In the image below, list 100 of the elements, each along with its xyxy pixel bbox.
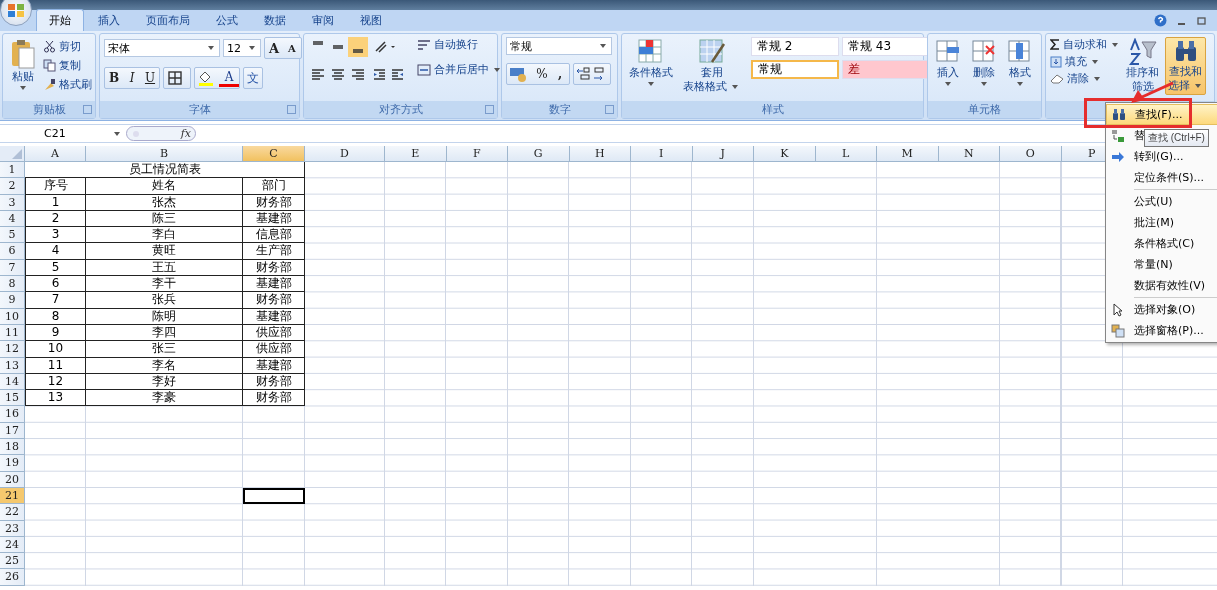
insert-function-button[interactable]: fx	[180, 127, 191, 140]
number-format-field[interactable]: 常规	[506, 37, 612, 55]
italic-button[interactable]: I	[123, 68, 141, 88]
sigma-icon	[1050, 39, 1060, 50]
clipboard-action[interactable]: 剪切	[43, 39, 92, 54]
group-label: 剪贴板	[32, 102, 66, 117]
column-header[interactable]: N	[938, 146, 1000, 162]
table-cell: 序号	[25, 178, 86, 195]
table-cell: 财务部	[243, 292, 305, 309]
row-header[interactable]: 8	[0, 276, 25, 293]
replace-icon	[1111, 128, 1125, 143]
column-header[interactable]: K	[754, 146, 816, 162]
table-cell: 4	[25, 243, 86, 260]
binoculars-icon	[1112, 108, 1126, 121]
menu-item[interactable]: 查找(F)...	[1106, 104, 1217, 125]
merge-center-button[interactable]: 合并后居中	[417, 62, 502, 77]
caret-icon	[1112, 42, 1118, 47]
caret-icon	[208, 46, 214, 50]
sort-filter-button[interactable]: 排序和 筛选	[1124, 37, 1161, 95]
row-header[interactable]: 19	[0, 455, 25, 472]
clear-button[interactable]: 清除	[1050, 71, 1120, 86]
menu-item[interactable]: 条件格式(C)	[1106, 233, 1217, 254]
row-header[interactable]: 18	[0, 439, 25, 456]
ribbon-tab[interactable]: 页面布局	[134, 10, 202, 31]
shrink-font-button[interactable]: A	[283, 38, 301, 58]
row-header[interactable]: 5	[0, 227, 25, 244]
row-header[interactable]: 12	[0, 341, 25, 358]
clipboard-action[interactable]: 复制	[43, 58, 92, 73]
table-cell: 李干	[86, 276, 243, 293]
menu-item[interactable]: 批注(M)	[1106, 212, 1217, 233]
menu-item[interactable]: 公式(U)	[1106, 191, 1217, 212]
column-header[interactable]: O	[1000, 146, 1062, 162]
corner-icon	[12, 149, 22, 159]
table-cell: 部门	[243, 178, 305, 195]
row-header[interactable]: 1	[0, 162, 25, 179]
row-header[interactable]: 15	[0, 390, 25, 407]
column-header[interactable]: F	[446, 146, 508, 162]
ribbon-tab[interactable]: 公式	[204, 10, 250, 31]
cell-style[interactable]: 常规	[751, 60, 839, 79]
menu-item[interactable]: 选择窗格(P)...	[1106, 320, 1217, 341]
column-header[interactable]: G	[508, 146, 570, 162]
wrap-text-button[interactable]: 自动换行	[417, 37, 502, 52]
paste-button[interactable]: 粘贴	[7, 37, 39, 93]
caret-icon	[1017, 82, 1023, 86]
restore-icon[interactable]	[1197, 15, 1207, 26]
row-header[interactable]: 2	[0, 178, 25, 195]
cells-button[interactable]: 删除	[968, 37, 1000, 89]
column-header[interactable]: C	[243, 146, 305, 162]
row-header[interactable]: 9	[0, 292, 25, 309]
tooltip: 查找 (Ctrl+F)	[1144, 129, 1209, 147]
column-header[interactable]: D	[305, 146, 385, 162]
cells-button[interactable]: 格式	[1004, 37, 1036, 89]
cells-button[interactable]: 插入	[932, 37, 964, 89]
grow-font-button[interactable]: A	[265, 38, 283, 58]
panes-icon	[1111, 323, 1125, 338]
table-title: 员工情况简表	[25, 162, 305, 179]
cell-style[interactable]: 常规 43	[842, 37, 930, 56]
row-header[interactable]: 26	[0, 569, 25, 586]
column-header[interactable]: H	[569, 146, 631, 162]
row-header[interactable]: 16	[0, 406, 25, 423]
row-header[interactable]: 6	[0, 243, 25, 260]
phonetic-button[interactable]: 文	[244, 68, 262, 88]
column-header[interactable]: J	[692, 146, 754, 162]
cell-style[interactable]: 常规 2	[751, 37, 839, 56]
table-format-button[interactable]: 套用 表格格式	[680, 37, 743, 95]
fill-button[interactable]: 填充	[1050, 54, 1120, 69]
column-header[interactable]: M	[877, 146, 939, 162]
column-header[interactable]: A	[25, 146, 86, 162]
menu-item[interactable]: 数据有效性(V)	[1106, 275, 1217, 296]
clipboard-action[interactable]: 格式刷	[43, 77, 92, 92]
ribbon-tab[interactable]: 视图	[348, 10, 394, 31]
menu-item[interactable]: 常量(N)	[1106, 254, 1217, 275]
resize-handle-icon[interactable]	[131, 128, 141, 139]
conditional-format-button[interactable]: 条件格式	[626, 37, 676, 89]
table-brush-icon	[697, 38, 726, 66]
right-arrow-icon	[1111, 151, 1125, 162]
name-box[interactable]: C21	[0, 125, 126, 142]
menu-item[interactable]: 选择对象(O)	[1106, 299, 1217, 320]
autosum-button[interactable]: 自动求和	[1050, 37, 1120, 52]
row-header[interactable]: 22	[0, 504, 25, 521]
percent-button[interactable]: %	[533, 64, 551, 84]
font-family-field[interactable]: 宋体	[104, 39, 220, 57]
row-header[interactable]: 25	[0, 553, 25, 570]
cell-style[interactable]: 差	[842, 60, 930, 79]
help-icon[interactable]	[1154, 14, 1167, 27]
column-header[interactable]: L	[815, 146, 877, 162]
bold-button[interactable]: B	[105, 68, 123, 88]
comma-button[interactable]: ,	[551, 64, 569, 84]
column-header[interactable]: I	[631, 146, 693, 162]
ribbon-tab[interactable]: 数据	[252, 10, 298, 31]
font-size-field[interactable]: 12	[223, 39, 261, 57]
underline-button[interactable]: U	[141, 68, 159, 88]
column-header[interactable]: B	[86, 146, 243, 162]
ribbon-tab[interactable]: 审阅	[300, 10, 346, 31]
menu-item[interactable]: 定位条件(S)...	[1106, 167, 1217, 188]
ribbon-tab[interactable]: 开始	[36, 9, 84, 31]
table-cell: 生产部	[243, 243, 305, 260]
active-cell[interactable]	[243, 487, 305, 505]
column-header[interactable]: E	[385, 146, 447, 162]
ribbon-tab[interactable]: 插入	[86, 10, 132, 31]
